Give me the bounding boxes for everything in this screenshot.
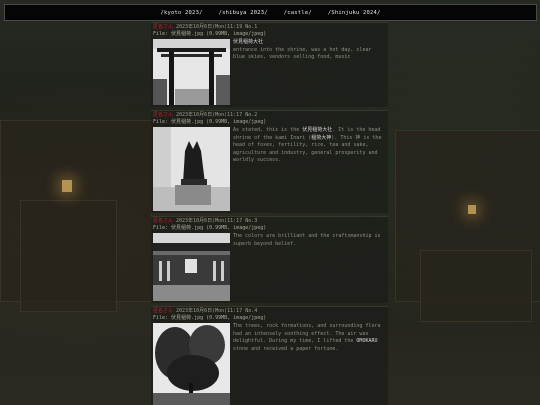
post-date[interactable]: 2023年10月6日(Mon)11:17 No.2 [176, 112, 257, 118]
post-meta: 匿名さん 2023年10月6日(Mon)11:17 No.4 File: 伏見稲… [153, 308, 266, 321]
nav-link-castle[interactable]: /castle/ [284, 10, 312, 16]
post-body: The colors are brilliant and the craftsm… [233, 233, 383, 248]
post-thumbnail-shrine-building[interactable] [153, 233, 230, 301]
post-highlight: 稲荷大神 [311, 134, 332, 141]
post-thumbnail-fox-statue[interactable] [153, 127, 230, 211]
post-meta: 匿名さん 2023年10月6日(Mon)11:17 No.3 File: 伏見稲… [153, 218, 266, 231]
poster-name: 匿名さん [153, 24, 174, 30]
nav-link-kyoto[interactable]: /kyoto 2023/ [160, 10, 202, 16]
post-date[interactable]: 2023年10月6日(Mon)11:17 No.3 [176, 218, 257, 224]
post-text-part: As stated, this is the [233, 127, 303, 133]
post-date[interactable]: 2023年10月6日(Mon)11:17 No.4 [176, 308, 257, 314]
file-info[interactable]: File: 伏見稲荷.jpg (0.99MB, image/jpeg) [153, 31, 266, 37]
poster-name: 匿名さん [153, 218, 174, 224]
post: 匿名さん 2023年10月6日(Mon)11:17 No.3 File: 伏見稲… [151, 216, 388, 303]
post-meta: 匿名さん 2023年10月6日(Mon)11:19 No.1 File: 伏見稲… [153, 24, 266, 37]
post-text-part: stone and received a paper fortune. [233, 345, 339, 352]
file-info[interactable]: File: 伏見稲荷.jpg (0.99MB, image/jpeg) [153, 315, 266, 321]
post-body: 伏見稲荷大社 entrance into the shrine, was a h… [233, 39, 383, 62]
poster-name: 匿名さん [153, 308, 174, 314]
post-thumbnail-trees[interactable] [153, 323, 230, 405]
file-info[interactable]: File: 伏見稲荷.jpg (0.99MB, image/jpeg) [153, 225, 266, 231]
post-feed: 匿名さん 2023年10月6日(Mon)11:19 No.1 File: 伏見稲… [151, 22, 388, 405]
post-date[interactable]: 2023年10月6日(Mon)11:19 No.1 [176, 24, 257, 30]
post-highlight: OMOKARU [356, 338, 378, 344]
nav-link-shibuya[interactable]: /shibuya 2023/ [219, 10, 268, 16]
nav-link-shinjuku[interactable]: /Shinjuku 2024/ [328, 10, 381, 16]
top-nav: /kyoto 2023/ /shibuya 2023/ /castle/ /Sh… [4, 4, 537, 21]
post-thumbnail-torii[interactable] [153, 39, 230, 105]
poster-name: 匿名さん [153, 112, 174, 118]
post: 匿名さん 2023年10月6日(Mon)11:17 No.2 File: 伏見稲… [151, 110, 388, 213]
post-meta: 匿名さん 2023年10月6日(Mon)11:17 No.2 File: 伏見稲… [153, 112, 266, 125]
post-body: As stated, this is the 伏見稲荷大社. It is the… [233, 127, 383, 165]
post-highlight: 伏見稲荷大社 [302, 127, 333, 133]
post: 匿名さん 2023年10月6日(Mon)11:17 No.4 File: 伏見稲… [151, 306, 388, 405]
file-info[interactable]: File: 伏見稲荷.jpg (0.99MB, image/jpeg) [153, 119, 266, 125]
post-text: The colors are brilliant and the craftsm… [233, 233, 381, 247]
post-body: The trees, rock formations, and surround… [233, 323, 383, 353]
post-text: entrance into the shrine, was a hot day,… [233, 46, 372, 61]
post: 匿名さん 2023年10月6日(Mon)11:19 No.1 File: 伏見稲… [151, 22, 388, 107]
post-title: 伏見稲荷大社 [233, 39, 264, 45]
